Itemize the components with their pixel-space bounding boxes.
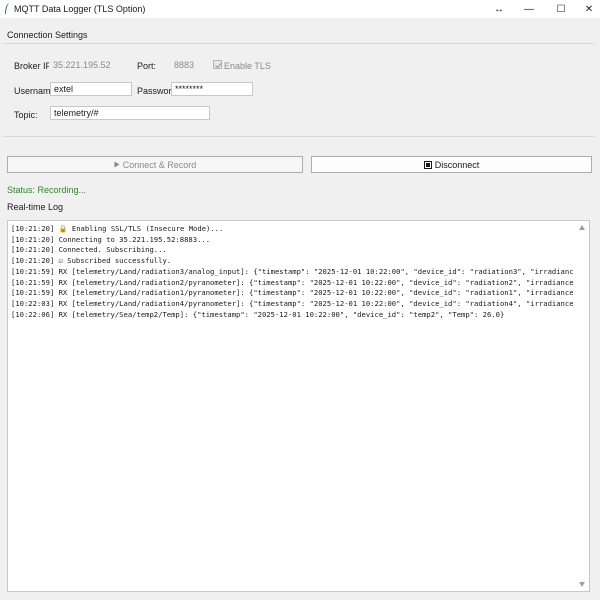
scroll-down-icon[interactable] [579,582,585,587]
port-label: Port: [137,61,157,71]
log-scrollbar[interactable] [576,221,589,591]
check-icon [215,62,222,69]
maximize-button[interactable]: ☐ [546,0,576,18]
disconnect-label: Disconnect [434,159,480,170]
connect-record-label: Connect & Record [122,159,197,170]
feather-icon [5,3,9,14]
close-button[interactable]: ✕ [574,0,600,18]
enable-tls-label: Enable TLS [224,61,271,71]
log-line: [10:21:20] ☑ Subscribed successfully. [11,256,172,266]
broker-ip-label: Broker IP: [14,61,55,71]
disconnect-button[interactable]: Disconnect [311,156,592,173]
topic-field[interactable]: telemetry/# [50,106,210,120]
password-field[interactable]: ******** [171,82,253,96]
log-text-area[interactable]: [10:21:20] 🔒 Enabling SSL/TLS (Insecure … [7,220,590,592]
log-line: [10:21:20] 🔒 Enabling SSL/TLS (Insecure … [11,224,224,233]
scroll-up-icon[interactable] [579,225,585,230]
log-lines: [10:21:20] 🔒 Enabling SSL/TLS (Insecure … [11,224,573,320]
realtime-log-label: Real-time Log [7,202,64,212]
broker-ip-field[interactable]: 35.221.195.52 [49,58,131,72]
port-field[interactable]: 8883 [170,58,206,72]
log-line: [10:21:59] RX [telemetry/Land/radiation2… [11,277,573,287]
title-bar: MQTT Data Logger (TLS Option) ↔ — ☐ ✕ [0,0,600,18]
log-line: [10:22:03] RX [telemetry/Land/radiation4… [11,298,573,308]
window-title: MQTT Data Logger (TLS Option) [14,4,146,14]
log-line: [10:21:59] RX [telemetry/Land/radiation1… [11,288,573,298]
status-text: Status: Recording... [7,185,87,195]
log-line: [10:21:20] Connecting to 35.221.195.52:8… [11,234,211,244]
log-line: [10:21:20] Connected. Subscribing... [11,245,167,255]
username-field[interactable]: extel [50,82,132,96]
connect-record-button[interactable]: Connect & Record [7,156,303,173]
play-icon [114,161,120,168]
log-line: [10:21:59] RX [telemetry/Land/radiation3… [11,266,573,276]
log-line: [10:22:06] RX [telemetry/Sea/temp2/Temp]… [11,309,505,319]
topic-label: Topic: [14,110,38,120]
enable-tls-checkbox[interactable] [213,60,222,69]
resize-icon[interactable]: ↔ [484,0,514,18]
stop-icon [423,160,432,169]
connection-settings-label: Connection Settings [7,30,88,40]
minimize-button[interactable]: — [514,0,544,18]
